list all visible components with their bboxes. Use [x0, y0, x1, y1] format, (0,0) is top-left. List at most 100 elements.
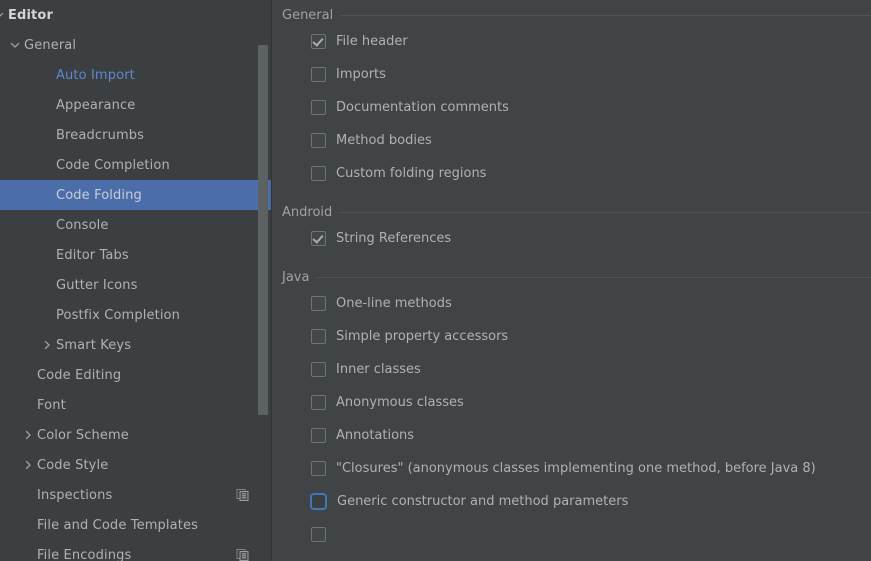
- checkbox-row-method-bodies[interactable]: Method bodies: [272, 124, 871, 157]
- sidebar-item-smart-keys[interactable]: Smart Keys: [0, 330, 272, 360]
- checkbox-label: Annotations: [336, 428, 415, 443]
- checkbox-closures-anonymous-classes-implementing-one-meth[interactable]: [311, 461, 326, 476]
- checkbox-label: Custom folding regions: [336, 166, 487, 181]
- sidebar-item-label: Gutter Icons: [56, 277, 138, 293]
- checkbox-label: Documentation comments: [336, 100, 509, 115]
- checkbox-row-one-line-methods[interactable]: One-line methods: [272, 287, 871, 320]
- sidebar-item-label: Breadcrumbs: [56, 127, 145, 143]
- sidebar-item-label: Code Style: [37, 457, 109, 473]
- chevron-down-icon[interactable]: [0, 8, 6, 22]
- checkbox-label: Generic constructor and method parameter…: [337, 494, 629, 509]
- checkbox-label: Imports: [336, 67, 386, 82]
- sidebar-item-appearance[interactable]: Appearance: [0, 90, 272, 120]
- section-title: General: [282, 7, 334, 23]
- sidebar-item-label: Smart Keys: [56, 337, 132, 353]
- checkbox-string-references[interactable]: [311, 231, 326, 246]
- sidebar-item-code-completion[interactable]: Code Completion: [0, 150, 272, 180]
- checkbox-label: Inner classes: [336, 362, 421, 377]
- checkbox-method-bodies[interactable]: [311, 133, 326, 148]
- settings-sections: General File header Imports Documentation c…: [272, 0, 871, 551]
- sidebar-item-editor[interactable]: Editor: [0, 0, 272, 30]
- checkbox-label: File header: [336, 34, 408, 49]
- sidebar-item-auto-import[interactable]: Auto Import: [0, 60, 272, 90]
- settings-dialog-body: Editor General Auto Import Appearance Breadc…: [0, 0, 871, 561]
- sidebar-item-breadcrumbs[interactable]: Breadcrumbs: [0, 120, 272, 150]
- chevron-right-icon[interactable]: [21, 458, 35, 472]
- sidebar-item-general[interactable]: General: [0, 30, 272, 60]
- checkbox-row-imports[interactable]: Imports: [272, 58, 871, 91]
- sidebar-item-code-folding[interactable]: Code Folding: [0, 180, 272, 210]
- sidebar-scrollbar-thumb[interactable]: [258, 45, 268, 415]
- sidebar-item-postfix-completion[interactable]: Postfix Completion: [0, 300, 272, 330]
- sidebar-item-console[interactable]: Console: [0, 210, 272, 240]
- section-separator: [339, 211, 871, 213]
- sidebar-item-label: Code Editing: [37, 367, 122, 383]
- sidebar-item-label: Color Scheme: [37, 427, 129, 443]
- checkbox-label: "Closures" (anonymous classes implementi…: [336, 461, 816, 476]
- checkbox-documentation-comments[interactable]: [311, 100, 326, 115]
- checkbox-one-line-methods[interactable]: [311, 296, 326, 311]
- section-header-android: Android: [272, 202, 871, 222]
- checkbox-row-generic-constructor-and-method-parameters[interactable]: Generic constructor and method parameter…: [272, 485, 871, 518]
- checkbox-row-custom-folding-regions[interactable]: Custom folding regions: [272, 157, 871, 190]
- checkbox-row-documentation-comments[interactable]: Documentation comments: [272, 91, 871, 124]
- sidebar-item-label: Font: [37, 397, 66, 413]
- checkbox-row-simple-property-accessors[interactable]: Simple property accessors: [272, 320, 871, 353]
- sidebar-item-inspections[interactable]: Inspections: [0, 480, 272, 510]
- sidebar-item-label: Code Completion: [56, 157, 170, 173]
- sidebar-item-file-encodings[interactable]: File Encodings: [0, 540, 272, 561]
- sidebar-item-color-scheme[interactable]: Color Scheme: [0, 420, 272, 450]
- checkbox-annotations[interactable]: [311, 428, 326, 443]
- checkbox-row-anonymous-classes[interactable]: Anonymous classes: [272, 386, 871, 419]
- section-header-general: General: [272, 5, 871, 25]
- checkbox-custom-folding-regions[interactable]: [311, 166, 326, 181]
- copy-icon[interactable]: [236, 488, 250, 502]
- checkbox-inner-classes[interactable]: [311, 362, 326, 377]
- sidebar-item-file-and-code-templates[interactable]: File and Code Templates: [0, 510, 272, 540]
- checkbox-row-string-references[interactable]: String References: [272, 222, 871, 255]
- sidebar-item-code-style[interactable]: Code Style: [0, 450, 272, 480]
- section-separator: [340, 14, 871, 16]
- copy-icon[interactable]: [236, 548, 250, 561]
- sidebar-item-font[interactable]: Font: [0, 390, 272, 420]
- settings-tree-list: Editor General Auto Import Appearance Breadc…: [0, 0, 272, 561]
- checkbox-row-file-header[interactable]: File header: [272, 25, 871, 58]
- chevron-down-icon[interactable]: [8, 38, 22, 52]
- checkbox-label: Anonymous classes: [336, 395, 464, 410]
- checkbox-anonymous-classes[interactable]: [311, 395, 326, 410]
- checkbox-file-header[interactable]: [311, 34, 326, 49]
- chevron-right-icon[interactable]: [40, 338, 54, 352]
- sidebar-item-label: Editor Tabs: [56, 247, 129, 263]
- sidebar-item-code-editing[interactable]: Code Editing: [0, 360, 272, 390]
- checkbox-simple-property-accessors[interactable]: [311, 329, 326, 344]
- sidebar-item-label: Postfix Completion: [56, 307, 181, 323]
- sidebar-item-label: Appearance: [56, 97, 136, 113]
- checkbox-label: One-line methods: [336, 296, 452, 311]
- section-title: Java: [282, 269, 310, 285]
- checkbox-row-annotations[interactable]: Annotations: [272, 419, 871, 452]
- checkbox-row-closures-anonymous-classes-implementing-one-meth[interactable]: "Closures" (anonymous classes implementi…: [272, 452, 871, 485]
- checkbox-unnamed[interactable]: [311, 527, 326, 542]
- chevron-right-icon[interactable]: [21, 428, 35, 442]
- section-header-java: Java: [272, 267, 871, 287]
- sidebar-item-label: Inspections: [37, 487, 113, 503]
- code-folding-settings-panel: General File header Imports Documentation c…: [272, 0, 871, 561]
- checkbox-generic-constructor-and-method-parameters[interactable]: [310, 493, 327, 510]
- settings-category-tree[interactable]: Editor General Auto Import Appearance Breadc…: [0, 0, 272, 561]
- checkbox-row-inner-classes[interactable]: Inner classes: [272, 353, 871, 386]
- checkbox-row-unnamed[interactable]: [272, 518, 871, 551]
- sidebar-item-label: File and Code Templates: [37, 517, 198, 533]
- sidebar-item-label: General: [24, 37, 77, 53]
- section-separator: [316, 276, 871, 278]
- sidebar-item-label: File Encodings: [37, 547, 132, 561]
- sidebar-item-label: Editor: [8, 7, 53, 23]
- checkbox-imports[interactable]: [311, 67, 326, 82]
- sidebar-item-label: Console: [56, 217, 109, 233]
- sidebar-item-gutter-icons[interactable]: Gutter Icons: [0, 270, 272, 300]
- sidebar-item-label: Auto Import: [56, 67, 135, 83]
- sidebar-item-label: Code Folding: [56, 187, 142, 203]
- sidebar-item-editor-tabs[interactable]: Editor Tabs: [0, 240, 272, 270]
- checkbox-label: Method bodies: [336, 133, 432, 148]
